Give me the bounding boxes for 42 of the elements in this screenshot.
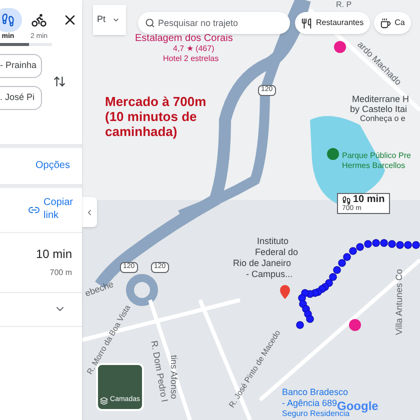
category-chip[interactable]: Restaurantes: [295, 12, 370, 34]
fork-knife-icon: [301, 18, 312, 28]
map-label: by Castelo Itai: [350, 105, 408, 114]
map-label: Villa Antunes Co: [395, 269, 404, 335]
route-distance: 700 m: [50, 266, 72, 278]
map-label: Instituto: [257, 237, 289, 246]
origin-field[interactable]: - Prainha: [0, 54, 42, 78]
map-label: R. Dom Pedro I: [149, 340, 169, 403]
map-label: 4,7 ★ (467): [173, 45, 214, 53]
map-label: - Agência 689: [282, 399, 338, 408]
map-label: Conheça o e: [360, 115, 406, 123]
chevron-left-icon: [85, 208, 94, 216]
map-label: Rio de Janeiro: [233, 259, 292, 268]
annotation-text: (10 minutos de: [105, 109, 198, 124]
copy-link-button[interactable]: Copiar link: [0, 188, 82, 232]
caret-icon: [112, 16, 120, 24]
map-label: Parque Público Pre: [342, 152, 411, 160]
map-label: Estalagem dos Corais: [135, 34, 233, 44]
map-label: tins Afonso: [169, 355, 178, 400]
map-label: Hermes Barcellos: [342, 162, 406, 170]
destination-pin-icon: [280, 285, 290, 299]
map-label: Hotel 2 estrelas: [163, 55, 219, 63]
map-label: Banco Bradesco: [282, 388, 348, 397]
annotation-text: caminhada): [105, 124, 178, 139]
map-label: Seguro Residencia: [282, 410, 350, 418]
bicycle-icon: [31, 12, 47, 28]
search-icon: [145, 18, 155, 28]
callout-duration: 10 min: [353, 195, 385, 205]
map-label: Federal do: [255, 248, 298, 257]
map-label: ebeche: [84, 280, 115, 298]
search-field[interactable]: Pesquisar no trajeto: [138, 12, 290, 34]
map-label: Mediterrane H: [352, 95, 410, 104]
cup-icon: [380, 18, 391, 28]
options-link[interactable]: Opções: [36, 158, 70, 173]
map-label: - Campus...: [246, 270, 293, 279]
annotation-text: Mercado à 700m: [105, 94, 206, 109]
layers-icon: [100, 397, 108, 405]
destination-field[interactable]: . José Pi: [0, 86, 42, 110]
route-duration: 10 min: [36, 246, 72, 262]
swap-button[interactable]: [53, 75, 66, 88]
map-label: R. P: [336, 1, 352, 9]
layer-type-button[interactable]: Pt: [93, 5, 126, 35]
